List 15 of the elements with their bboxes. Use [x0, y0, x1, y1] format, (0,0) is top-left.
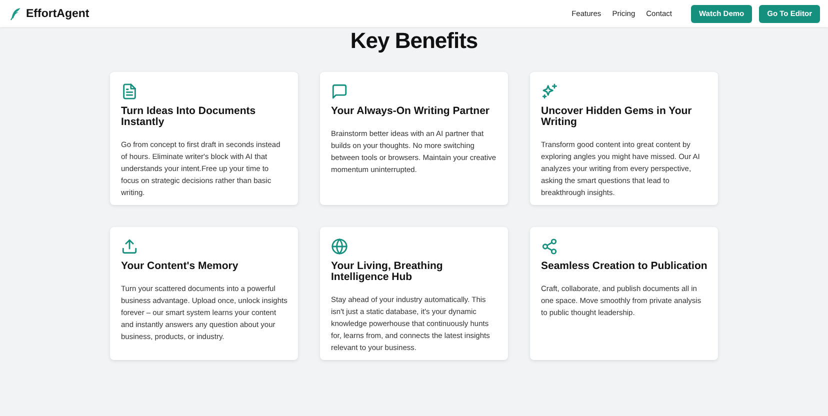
- card-title: Your Always-On Writing Partner: [331, 106, 490, 117]
- card-title: Your Living, Breathing Intelligence Hub: [331, 261, 444, 283]
- document-icon: [121, 83, 138, 100]
- globe-icon: [331, 238, 348, 255]
- speech-bubble-icon: [331, 83, 348, 100]
- upload-icon: [121, 238, 138, 255]
- share-icon: [541, 238, 558, 255]
- brand-name[interactable]: EffortAgent: [26, 8, 90, 20]
- section-title: Key Benefits: [350, 27, 478, 55]
- feather-logo-icon: [10, 6, 22, 20]
- card-title: Turn Ideas Into Documents Instantly: [121, 106, 257, 128]
- card-title: Uncover Hidden Gems in Your Writing: [541, 106, 693, 128]
- card-title: Seamless Creation to Publication: [541, 261, 708, 272]
- sparkles-icon: [541, 83, 558, 100]
- card-title: Your Content's Memory: [121, 261, 240, 272]
